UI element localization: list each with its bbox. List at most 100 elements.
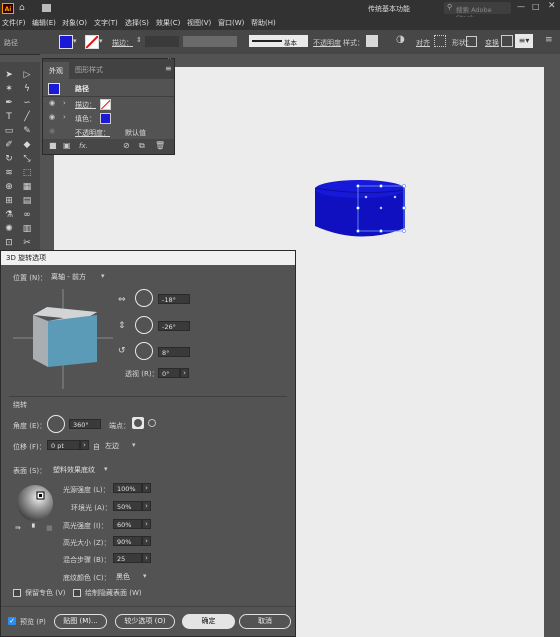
shape-options-icon[interactable] xyxy=(466,36,477,47)
opacity-row[interactable]: ◉ 不透明度： 默认值 xyxy=(43,125,174,139)
preserve-spot-checkbox[interactable] xyxy=(13,589,21,597)
preview-checkbox[interactable]: ✓ xyxy=(8,617,16,625)
curvature-tool-icon[interactable]: ∽ xyxy=(22,98,32,108)
menu-file[interactable]: 文件(F) xyxy=(2,18,26,28)
stroke-swatch[interactable] xyxy=(85,35,99,49)
visibility-eye-icon[interactable]: ◉ xyxy=(49,99,55,107)
shading-color-select[interactable]: 黑色 ▾ xyxy=(113,571,151,582)
tab-graphic-styles[interactable]: 图形样式 xyxy=(75,65,103,75)
expand-chevron-icon[interactable]: › xyxy=(63,113,66,121)
transform-label[interactable]: 变换 xyxy=(485,38,499,48)
perspective-grid-tool-icon[interactable]: ▦ xyxy=(22,182,32,192)
expand-chevron-icon[interactable]: › xyxy=(63,99,66,107)
shape-builder-tool-icon[interactable]: ⊕ xyxy=(4,182,14,192)
selection-tool-icon[interactable]: ➤ xyxy=(4,70,14,80)
visibility-eye-icon[interactable]: ◉ xyxy=(49,113,55,121)
menu-effect[interactable]: 效果(C) xyxy=(156,18,180,28)
magic-wand-tool-icon[interactable]: ✶ xyxy=(4,84,14,94)
surface-select[interactable]: 塑料效果底纹 ▾ xyxy=(50,464,112,475)
free-transform-tool-icon[interactable]: ⬚ xyxy=(22,168,32,178)
mesh-tool-icon[interactable]: ⊞ xyxy=(4,196,14,206)
reference-point-icon[interactable] xyxy=(501,35,513,47)
shaper-tool-icon[interactable]: ✐ xyxy=(4,140,14,150)
artboard-tool-icon[interactable]: ⊡ xyxy=(4,238,14,248)
lasso-tool-icon[interactable]: ϟ xyxy=(22,84,32,94)
y-rotation-field[interactable]: -26° xyxy=(158,321,190,331)
cap-off-button[interactable] xyxy=(146,417,158,429)
stroke-dropdown-icon[interactable]: ▾ xyxy=(99,37,103,45)
delete-item-icon[interactable]: 🗑 xyxy=(155,141,165,150)
gradient-tool-icon[interactable]: ▤ xyxy=(22,196,32,206)
map-art-button[interactable]: 贴图 (M)... xyxy=(54,614,107,629)
blend-steps-field[interactable]: 25 xyxy=(113,553,142,563)
add-stroke-icon[interactable]: ■ xyxy=(49,141,57,150)
slice-tool-icon[interactable]: ✂ xyxy=(22,238,32,248)
workspace-switcher-icon[interactable] xyxy=(42,4,51,12)
draw-hidden-faces-checkbox[interactable] xyxy=(73,589,81,597)
workspace-label[interactable]: 传统基本功能 xyxy=(368,4,410,14)
search-field[interactable]: ⚲ 搜索 Adobe Stock xyxy=(444,2,511,22)
fewer-options-button[interactable]: 较少选项 (O) xyxy=(115,614,175,629)
recolor-icon[interactable]: ◑ xyxy=(396,34,405,45)
z-rotation-field[interactable]: 8° xyxy=(158,347,190,357)
arrange-icon[interactable]: ≡▾ xyxy=(515,34,533,48)
rotation-cube-preview[interactable] xyxy=(13,289,113,389)
perspective-field[interactable]: 0° xyxy=(158,368,180,378)
direct-selection-tool-icon[interactable]: ▷ xyxy=(22,70,32,80)
stroke-none-swatch[interactable] xyxy=(100,99,111,110)
stroke-label[interactable]: 描边： xyxy=(112,38,133,48)
highlight-intensity-field[interactable]: 60% xyxy=(113,519,142,529)
fill-row[interactable]: ◉ › 填色： xyxy=(43,111,174,125)
light-intensity-slider-toggle[interactable]: › xyxy=(142,483,151,493)
fill-dropdown-icon[interactable]: ▾ xyxy=(73,37,77,45)
stroke-weight-stepper[interactable]: ⇕ xyxy=(136,36,142,44)
scale-tool-icon[interactable]: ⤡ xyxy=(22,154,32,164)
close-button[interactable]: ✕ xyxy=(548,1,556,11)
add-effect-label[interactable]: fx. xyxy=(79,142,88,150)
angle-field[interactable]: 360° xyxy=(69,419,101,429)
style-swatch[interactable] xyxy=(366,35,378,47)
brush-definition[interactable]: 基本 xyxy=(249,35,308,47)
stroke-row[interactable]: ◉ › 描边： xyxy=(43,97,174,111)
position-select[interactable]: 离轴 - 前方 ▾ xyxy=(48,271,110,282)
fill-row-label[interactable]: 填色： xyxy=(75,114,96,124)
stroke-weight-field[interactable] xyxy=(145,36,179,47)
highlight-size-field[interactable]: 90% xyxy=(113,536,142,546)
panel-menu-icon[interactable]: ≡ xyxy=(165,64,172,73)
rectangle-tool-icon[interactable]: ▭ xyxy=(4,126,14,136)
cylinder-artwork[interactable] xyxy=(310,176,410,246)
column-graph-tool-icon[interactable]: ▥ xyxy=(22,224,32,234)
new-light-icon[interactable]: ▘ xyxy=(32,524,37,532)
ambient-light-slider-toggle[interactable]: › xyxy=(142,501,151,511)
from-select[interactable]: 左边 ▾ xyxy=(102,440,140,451)
highlight-size-slider-toggle[interactable]: › xyxy=(142,536,151,546)
light-intensity-field[interactable]: 100% xyxy=(113,483,142,493)
cap-on-button[interactable] xyxy=(132,417,144,429)
z-rotation-dial[interactable] xyxy=(135,342,153,360)
menu-edit[interactable]: 编辑(E) xyxy=(32,18,56,28)
menu-view[interactable]: 视图(V) xyxy=(187,18,211,28)
line-tool-icon[interactable]: ╱ xyxy=(22,112,32,122)
ambient-light-field[interactable]: 50% xyxy=(113,501,142,511)
eraser-tool-icon[interactable]: ◆ xyxy=(22,140,32,150)
delete-light-icon[interactable]: ■ xyxy=(46,524,53,532)
eyedropper-tool-icon[interactable]: ⚗ xyxy=(4,210,14,220)
stroke-row-label[interactable]: 描边： xyxy=(75,100,96,110)
highlight-intensity-slider-toggle[interactable]: › xyxy=(142,519,151,529)
offset-field[interactable]: 0 pt xyxy=(47,440,80,450)
menu-window[interactable]: 窗口(W) xyxy=(218,18,244,28)
move-light-back-icon[interactable]: ⇛ xyxy=(15,524,21,532)
menu-select[interactable]: 选择(S) xyxy=(125,18,149,28)
menu-help[interactable]: 帮助(H) xyxy=(251,18,276,28)
symbol-sprayer-tool-icon[interactable]: ✺ xyxy=(4,224,14,234)
width-tool-icon[interactable]: ≋ xyxy=(4,168,14,178)
minimize-button[interactable]: — xyxy=(517,2,525,11)
align-label[interactable]: 对齐 xyxy=(416,38,430,48)
duplicate-item-icon[interactable]: ⧉ xyxy=(139,141,145,151)
home-icon[interactable]: ⌂ xyxy=(19,3,29,13)
x-rotation-dial[interactable] xyxy=(135,289,153,307)
y-rotation-dial[interactable] xyxy=(135,316,153,334)
panel-menu-icon[interactable]: ≡ xyxy=(545,35,553,45)
paintbrush-tool-icon[interactable]: ✎ xyxy=(22,126,32,136)
fill-swatch[interactable] xyxy=(59,35,73,49)
